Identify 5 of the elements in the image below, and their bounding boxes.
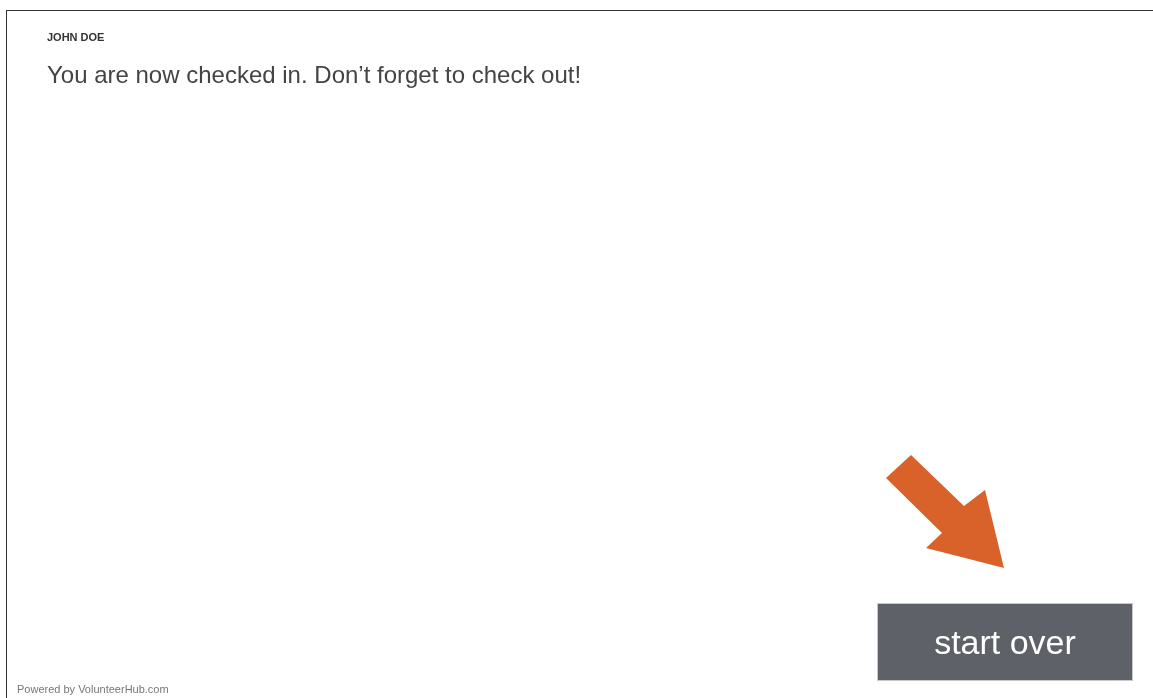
user-name: JOHN DOE (47, 31, 106, 43)
arrow-icon (886, 455, 1006, 569)
start-over-button[interactable]: start over (877, 603, 1133, 681)
powered-by-text: Powered by VolunteerHub.com (17, 683, 169, 697)
check-in-message: You are now checked in. Don’t forget to check out! (47, 61, 583, 89)
